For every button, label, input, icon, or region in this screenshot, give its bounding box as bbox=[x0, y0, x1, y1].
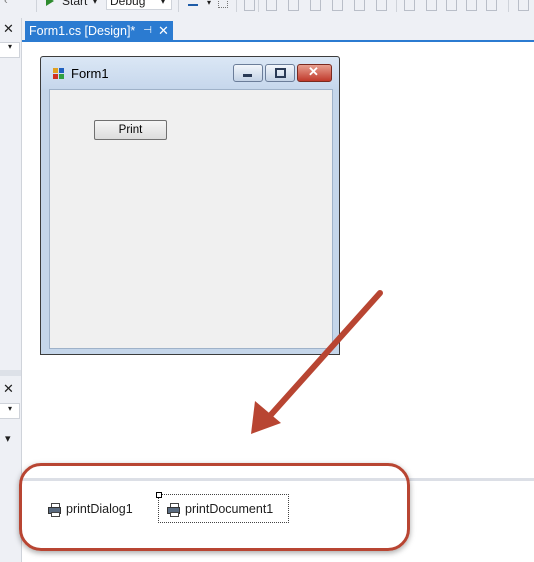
annotation-arrow bbox=[251, 290, 383, 434]
